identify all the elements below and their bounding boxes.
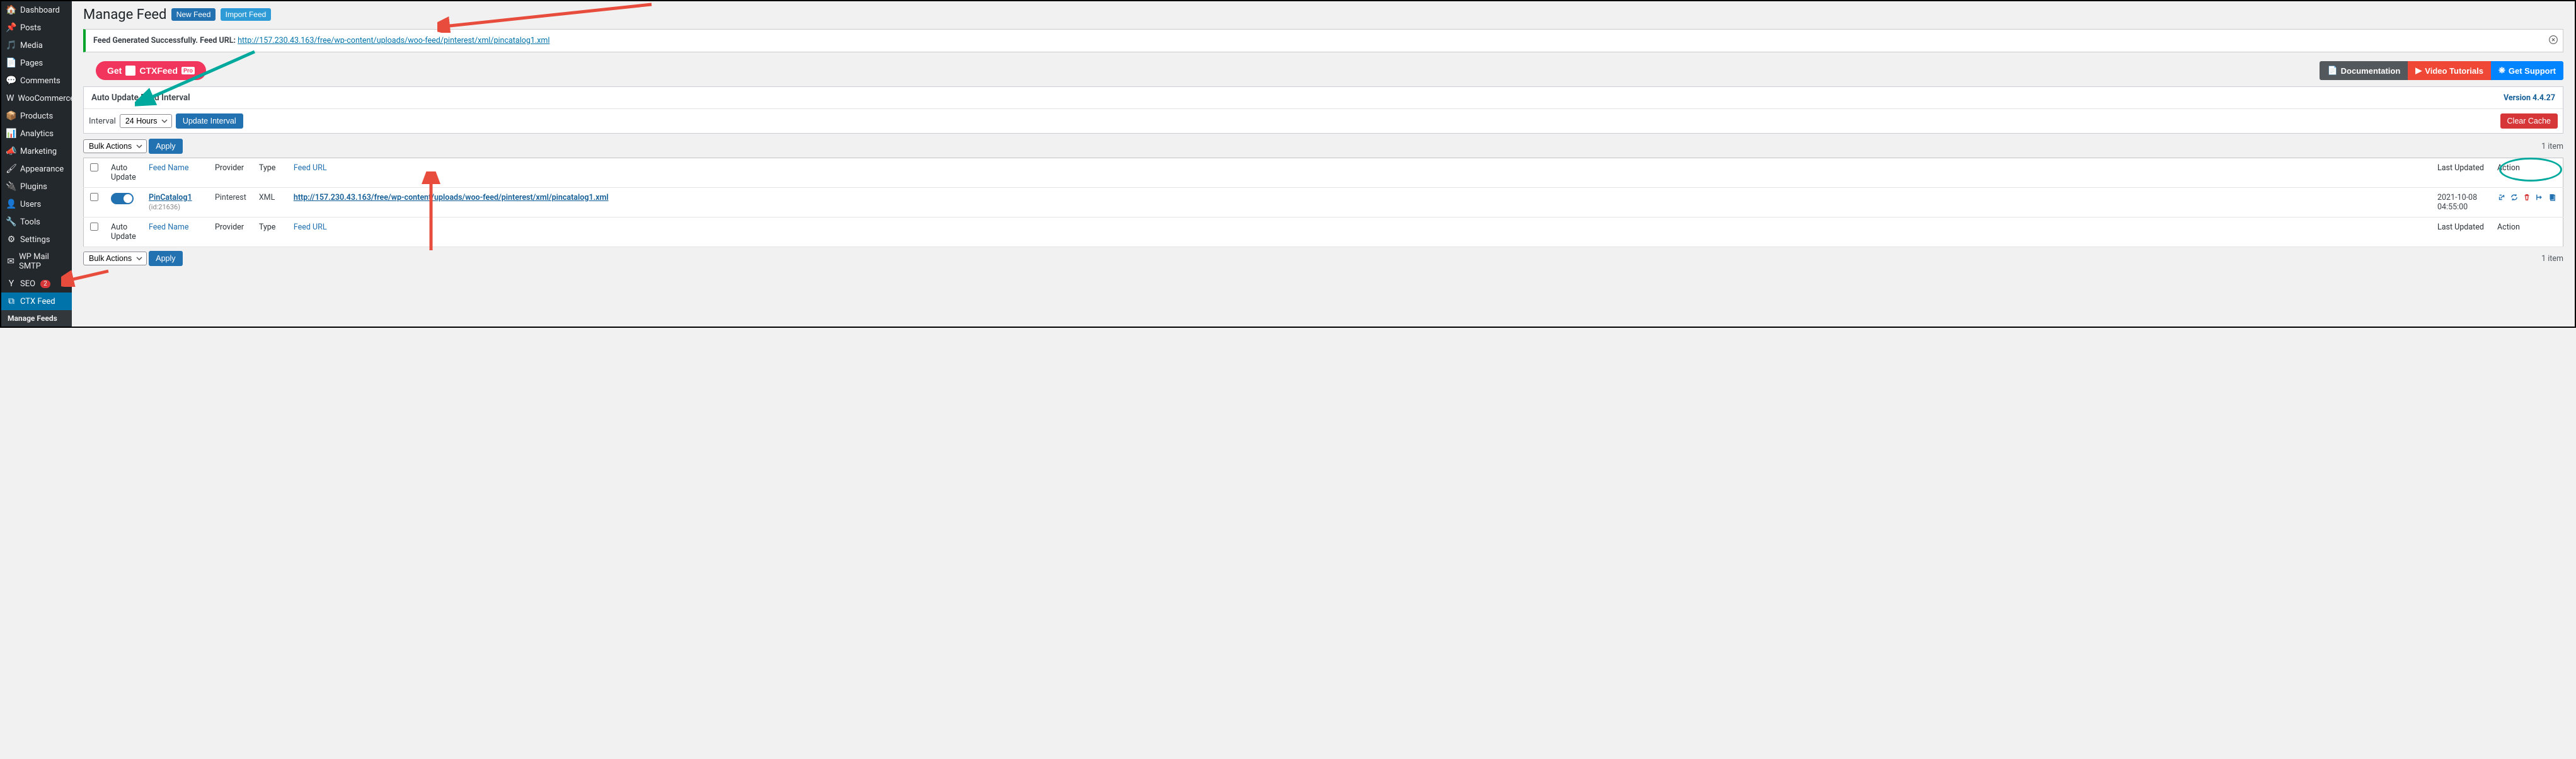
notice-prefix: Feed Generated Successfully. Feed URL: — [93, 36, 238, 45]
col-feed-url-foot[interactable]: Feed URL — [287, 217, 2431, 247]
feed-icon: ⧉ — [6, 296, 16, 306]
delete-icon[interactable] — [2522, 193, 2531, 202]
col-action: Action — [2491, 158, 2563, 188]
col-provider-foot: Provider — [209, 217, 253, 247]
col-action-foot: Action — [2491, 217, 2563, 247]
video-icon: ▶ — [2415, 66, 2422, 76]
sidebar-item-tools[interactable]: 🔧Tools — [1, 213, 72, 231]
dashboard-icon: 🏠 — [6, 5, 16, 15]
sidebar-item-seo[interactable]: YSEO2 — [1, 275, 72, 293]
feeds-table: Auto Update Feed Name Provider Type Feed… — [83, 158, 2563, 247]
sidebar-item-products[interactable]: 📦Products — [1, 107, 72, 125]
sidebar-item-media[interactable]: 🎵Media — [1, 37, 72, 54]
plugin-icon: 🔌 — [6, 182, 16, 192]
tool-icon: 🔧 — [6, 217, 16, 227]
col-last-updated: Last Updated — [2431, 158, 2491, 188]
col-last-updated-foot: Last Updated — [2431, 217, 2491, 247]
sidebar-item-settings[interactable]: ⚙Settings — [1, 231, 72, 248]
import-feed-button[interactable]: Import Feed — [221, 8, 272, 21]
seo-icon: Y — [6, 279, 16, 289]
sidebar-item-posts[interactable]: 📌Posts — [1, 19, 72, 37]
feed-name-link[interactable]: PinCatalog1 — [149, 193, 192, 202]
sidebar-item-ctxfeed[interactable]: ⧉CTX Feed — [1, 293, 72, 310]
video-tutorials-button[interactable]: ▶Video Tutorials — [2408, 61, 2491, 80]
interval-panel: Auto Update Feed Interval Version 4.4.27… — [83, 86, 2563, 134]
bulk-actions-bottom-select[interactable]: Bulk Actions — [83, 252, 147, 265]
sidebar-item-pages[interactable]: 📄Pages — [1, 54, 72, 72]
col-feed-name[interactable]: Feed Name — [142, 158, 209, 188]
refresh-icon[interactable] — [2510, 193, 2519, 202]
select-all-checkbox-bottom[interactable] — [90, 223, 98, 231]
clear-cache-button[interactable]: Clear Cache — [2500, 113, 2558, 129]
analytics-icon: 📊 — [6, 129, 16, 139]
table-row: PinCatalog1(id:21636) Pinterest XML http… — [84, 188, 2563, 217]
page-icon: 📄 — [6, 58, 16, 68]
sidebar-item-manage-feeds[interactable]: Manage Feeds — [1, 310, 72, 327]
interval-select[interactable]: 24 Hours — [120, 114, 172, 128]
sidebar-item-dashboard[interactable]: 🏠Dashboard — [1, 1, 72, 19]
copy-icon[interactable] — [2548, 193, 2556, 202]
documentation-button[interactable]: 📄Documentation — [2320, 61, 2408, 80]
select-all-checkbox-top[interactable] — [90, 163, 98, 171]
pro-badge: Pro — [181, 67, 195, 74]
download-icon[interactable] — [2535, 193, 2544, 202]
support-icon: ❋ — [2498, 66, 2505, 76]
updated-cell: 2021-10-08 04:55:00 — [2431, 188, 2491, 217]
sidebar-item-wpmailsmtp[interactable]: ✉WP Mail SMTP — [1, 248, 72, 275]
row-checkbox[interactable] — [90, 193, 98, 201]
success-notice: Feed Generated Successfully. Feed URL: h… — [83, 29, 2563, 52]
sidebar-item-comments[interactable]: 💬Comments — [1, 72, 72, 90]
sidebar-item-marketing[interactable]: 📣Marketing — [1, 142, 72, 160]
provider-cell: Pinterest — [209, 188, 253, 217]
col-auto-update-foot: Auto Update — [105, 217, 142, 247]
col-provider: Provider — [209, 158, 253, 188]
sidebar-item-woocommerce[interactable]: WWooCommerce — [1, 90, 72, 107]
type-cell: XML — [253, 188, 287, 217]
dismiss-notice-button[interactable] — [2549, 35, 2558, 47]
notice-url-link[interactable]: http://157.230.43.163/free/wp-content/up… — [238, 36, 549, 45]
feed-url-link[interactable]: http://157.230.43.163/free/wp-content/up… — [294, 193, 609, 202]
version-text: Version 4.4.27 — [2504, 93, 2555, 103]
brush-icon: 🖌 — [6, 164, 16, 174]
bulk-actions-top-select[interactable]: Bulk Actions — [83, 139, 147, 153]
product-icon: 📦 — [6, 111, 16, 121]
item-count-top: 1 item — [2541, 142, 2563, 151]
col-feed-url[interactable]: Feed URL — [287, 158, 2431, 188]
seo-badge: 2 — [40, 280, 50, 288]
marketing-icon: 📣 — [6, 146, 16, 156]
open-icon[interactable] — [2497, 193, 2506, 202]
mail-icon: ✉ — [6, 257, 15, 267]
sidebar-item-appearance[interactable]: 🖌Appearance — [1, 160, 72, 178]
settings-icon: ⚙ — [6, 235, 16, 245]
media-icon: 🎵 — [6, 40, 16, 50]
interval-panel-title: Auto Update Feed Interval — [91, 93, 190, 103]
pin-icon: 📌 — [6, 23, 16, 33]
update-interval-button[interactable]: Update Interval — [176, 113, 243, 129]
col-type-foot: Type — [253, 217, 287, 247]
woo-icon: W — [6, 93, 14, 103]
new-feed-button[interactable]: New Feed — [171, 8, 216, 21]
get-pro-button[interactable]: Get CTXFeedPro — [96, 61, 206, 80]
admin-sidebar: 🏠Dashboard 📌Posts 🎵Media 📄Pages 💬Comment… — [1, 1, 72, 327]
page-title: Manage Feed — [83, 7, 166, 23]
sidebar-item-analytics[interactable]: 📊Analytics — [1, 125, 72, 142]
col-auto-update: Auto Update — [105, 158, 142, 188]
auto-update-toggle[interactable] — [111, 193, 134, 204]
interval-label: Interval — [89, 117, 116, 126]
col-feed-name-foot[interactable]: Feed Name — [142, 217, 209, 247]
sidebar-item-plugins[interactable]: 🔌Plugins — [1, 178, 72, 195]
get-support-button[interactable]: ❋Get Support — [2491, 61, 2563, 80]
doc-icon: 📄 — [2327, 66, 2337, 76]
user-icon: 👤 — [6, 199, 16, 209]
apply-bottom-button[interactable]: Apply — [149, 251, 182, 266]
sidebar-item-users[interactable]: 👤Users — [1, 195, 72, 213]
apply-top-button[interactable]: Apply — [149, 139, 182, 154]
item-count-bottom: 1 item — [2541, 254, 2563, 264]
col-type: Type — [253, 158, 287, 188]
feed-id: (id:21636) — [149, 203, 180, 211]
comment-icon: 💬 — [6, 76, 16, 86]
ctxfeed-logo-icon — [125, 66, 135, 76]
